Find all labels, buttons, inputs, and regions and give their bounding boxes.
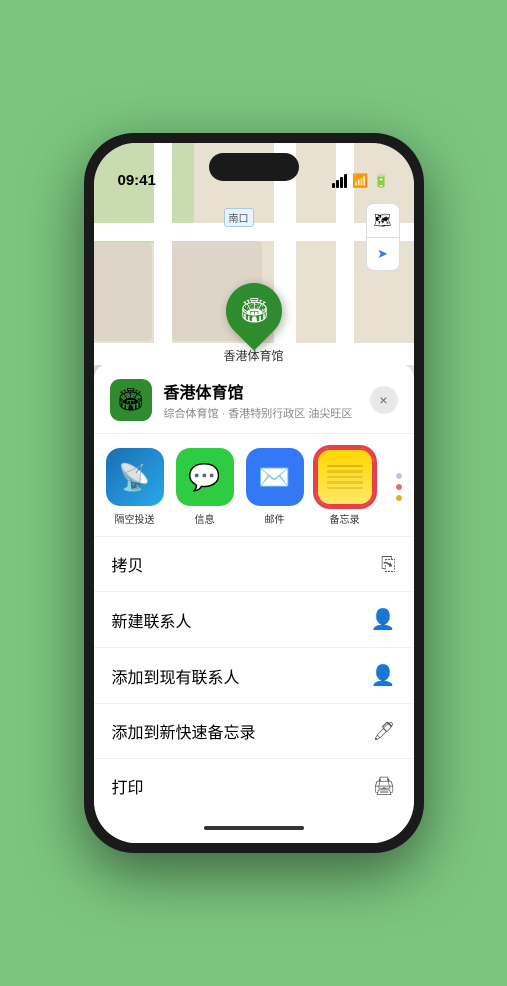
bottom-sheet: 🏟 香港体育馆 综合体育馆 · 香港特别行政区 油尖旺区 × 📡 隔空投送 (94, 363, 414, 843)
map-pin-container: 🏟 香港体育馆 (223, 283, 283, 364)
action-list: 拷贝 ⎘ 新建联系人 👤 添加到现有联系人 👤 添加到新快速备忘录 🖊 打印 (94, 537, 414, 813)
notes-label: 备忘录 (330, 511, 360, 526)
location-arrow-icon: ➤ (377, 246, 388, 262)
share-more[interactable] (384, 448, 414, 526)
new-contact-icon: 👤 (371, 607, 396, 632)
map-icon: 🗺 (374, 212, 392, 229)
phone-frame: 09:41 📶 🔋 (84, 133, 424, 853)
print-icon: 🖨 (373, 776, 396, 797)
share-item-messages[interactable]: 💬 信息 (174, 448, 236, 526)
map-controls: 🗺 ➤ (366, 203, 400, 271)
battery-icon: 🔋 (373, 173, 389, 189)
map-type-button[interactable]: 🗺 (366, 203, 400, 237)
venue-name: 香港体育馆 (164, 379, 370, 403)
wifi-icon: 📶 (352, 173, 368, 189)
share-item-mail[interactable]: ✉️ 邮件 (244, 448, 306, 526)
airdrop-label: 隔空投送 (115, 511, 155, 526)
messages-label: 信息 (195, 511, 215, 526)
airdrop-icon: 📡 (106, 448, 164, 506)
close-button[interactable]: × (370, 386, 398, 414)
map-pin: 🏟 (214, 271, 293, 350)
venue-description: 综合体育馆 · 香港特别行政区 油尖旺区 (164, 405, 370, 421)
copy-label: 拷贝 (112, 552, 144, 576)
share-item-airdrop[interactable]: 📡 隔空投送 (104, 448, 166, 526)
action-add-existing[interactable]: 添加到现有联系人 👤 (94, 648, 414, 704)
share-item-notes[interactable]: 备忘录 (314, 448, 376, 526)
action-copy[interactable]: 拷贝 ⎘ (94, 537, 414, 592)
action-add-note[interactable]: 添加到新快速备忘录 🖊 (94, 704, 414, 759)
action-new-contact[interactable]: 新建联系人 👤 (94, 592, 414, 648)
signal-icon (332, 174, 347, 188)
venue-icon: 🏟 (110, 379, 152, 421)
map-label-north: 南口 (224, 208, 254, 227)
share-row: 📡 隔空投送 💬 信息 ✉️ 邮件 (94, 434, 414, 537)
add-note-icon: 🖊 (373, 721, 396, 742)
notes-icon (316, 448, 374, 506)
messages-icon: 💬 (176, 448, 234, 506)
home-bar (204, 826, 304, 830)
new-contact-label: 新建联系人 (112, 608, 192, 632)
venue-pin-icon: 🏟 (238, 297, 268, 326)
location-button[interactable]: ➤ (366, 237, 400, 271)
status-icons: 📶 🔋 (332, 173, 389, 189)
venue-header: 🏟 香港体育馆 综合体育馆 · 香港特别行政区 油尖旺区 × (94, 363, 414, 434)
print-label: 打印 (112, 774, 144, 798)
mail-label: 邮件 (265, 511, 285, 526)
status-time: 09:41 (118, 172, 156, 189)
home-indicator (94, 813, 414, 843)
copy-icon: ⎘ (381, 554, 395, 575)
add-existing-label: 添加到现有联系人 (112, 664, 240, 688)
add-note-label: 添加到新快速备忘录 (112, 719, 256, 743)
add-existing-icon: 👤 (371, 663, 396, 688)
action-print[interactable]: 打印 🖨 (94, 759, 414, 813)
venue-icon-symbol: 🏟 (117, 387, 145, 413)
dynamic-island (209, 153, 299, 181)
phone-screen: 09:41 📶 🔋 (94, 143, 414, 843)
venue-info: 香港体育馆 综合体育馆 · 香港特别行政区 油尖旺区 (164, 379, 370, 421)
mail-icon: ✉️ (246, 448, 304, 506)
